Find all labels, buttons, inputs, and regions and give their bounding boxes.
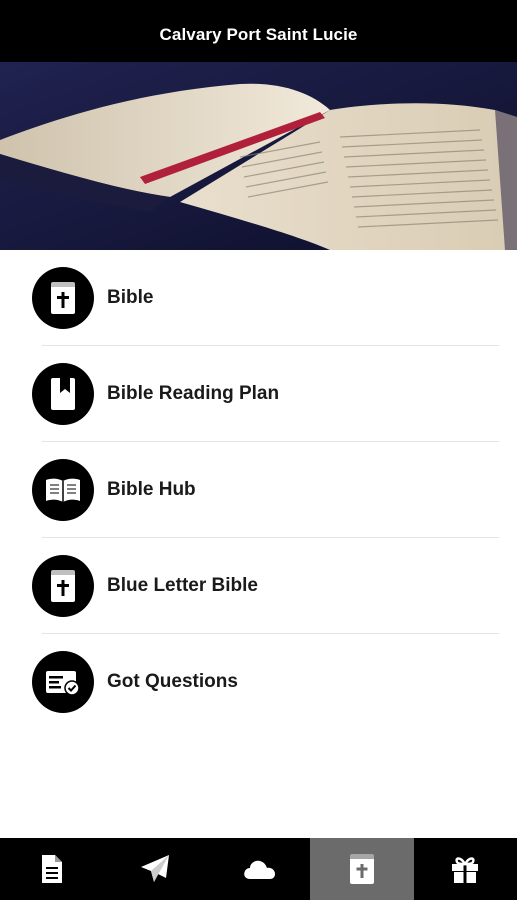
tab-messages[interactable] bbox=[103, 838, 206, 900]
cloud-icon bbox=[243, 860, 275, 879]
tab-documents[interactable] bbox=[0, 838, 103, 900]
paper-plane-icon bbox=[141, 855, 170, 882]
open-bible-photo bbox=[0, 62, 517, 250]
hero-image bbox=[0, 62, 517, 250]
menu-item-label: Got Questions bbox=[107, 671, 238, 692]
bible-cross-icon bbox=[32, 267, 94, 329]
bible-menu-list: Bible Bible Reading Plan Bible Hub Blue … bbox=[0, 250, 517, 730]
menu-item-label: Bible bbox=[107, 287, 154, 308]
menu-item-bible-hub[interactable]: Bible Hub bbox=[0, 442, 517, 538]
menu-item-label: Bible Reading Plan bbox=[107, 383, 280, 404]
menu-item-label: Bible Hub bbox=[107, 479, 196, 500]
id-card-check-icon bbox=[32, 651, 94, 713]
bottom-tab-bar bbox=[0, 838, 517, 900]
gift-icon bbox=[452, 857, 479, 883]
document-icon bbox=[41, 855, 62, 883]
title-bar: Calvary Port Saint Lucie bbox=[0, 0, 517, 62]
bible-icon bbox=[349, 854, 374, 884]
app-screen: Calvary Port Saint Lucie Bible Bible Rea… bbox=[0, 0, 517, 900]
open-book-icon bbox=[32, 459, 94, 521]
tab-cloud[interactable] bbox=[207, 838, 310, 900]
bible-cross-icon bbox=[32, 555, 94, 617]
menu-item-blue-letter-bible[interactable]: Blue Letter Bible bbox=[0, 538, 517, 634]
menu-item-got-questions[interactable]: Got Questions bbox=[0, 634, 517, 730]
menu-item-bible[interactable]: Bible bbox=[0, 250, 517, 346]
tab-gifts[interactable] bbox=[414, 838, 517, 900]
menu-item-label: Blue Letter Bible bbox=[107, 575, 258, 596]
menu-item-bible-reading-plan[interactable]: Bible Reading Plan bbox=[0, 346, 517, 442]
tab-bible[interactable] bbox=[310, 838, 414, 900]
page-title: Calvary Port Saint Lucie bbox=[159, 25, 358, 44]
bookmark-book-icon bbox=[32, 363, 94, 425]
